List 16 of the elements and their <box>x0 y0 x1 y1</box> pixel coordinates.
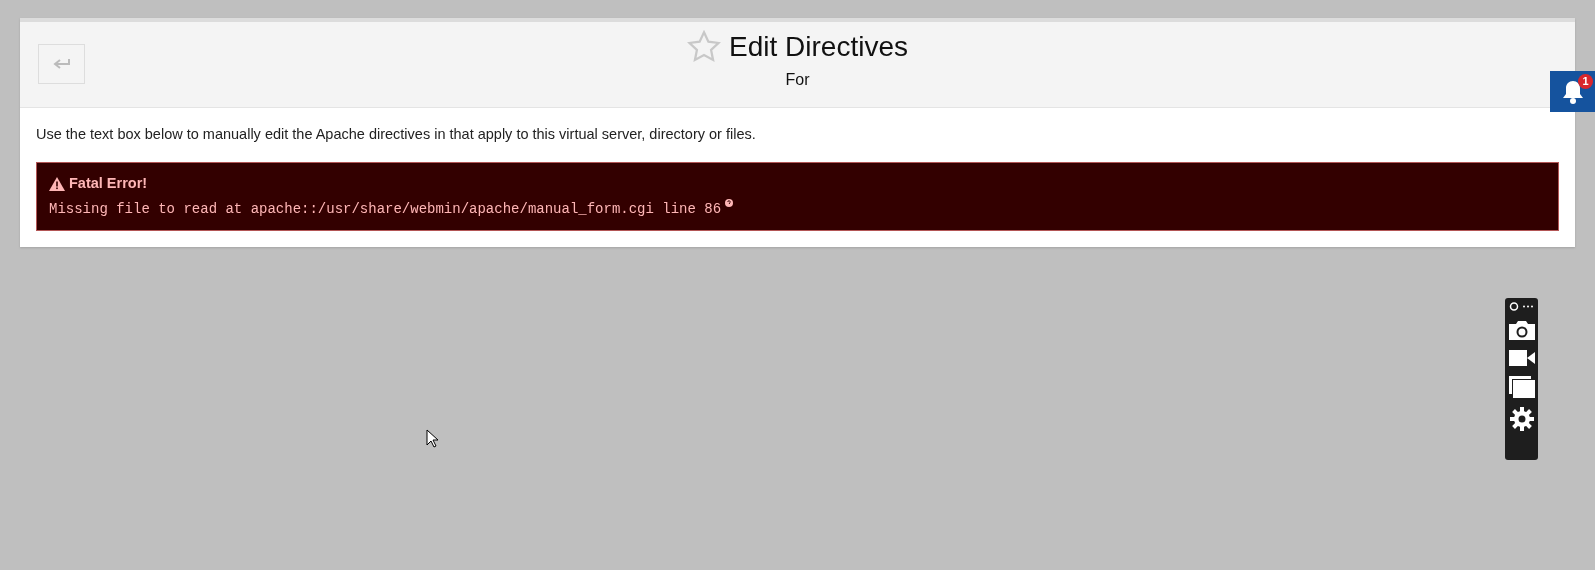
page-title: Edit Directives <box>729 30 908 64</box>
video-camera-icon[interactable] <box>1508 349 1535 367</box>
warning-icon <box>49 176 65 191</box>
page-subtitle: For <box>785 69 810 90</box>
help-icon[interactable] <box>725 198 734 207</box>
error-message: Missing file to read at apache::/usr/share/webmin/apache/manual_form.cgi line 86 <box>49 199 722 219</box>
error-title: Fatal Error! <box>69 173 148 193</box>
camera-icon[interactable] <box>1508 320 1535 340</box>
bell-icon <box>1561 79 1584 104</box>
windows-icon[interactable] <box>1508 376 1535 398</box>
mouse-pointer-icon <box>426 429 438 448</box>
notification-badge: 1 <box>1578 74 1593 89</box>
description-text: Use the text box below to manually edit the Apache directives in that apply to this virtual server, directory or files. <box>36 125 757 144</box>
notification-button[interactable]: 1 <box>1550 71 1595 112</box>
star-icon[interactable] <box>687 30 722 64</box>
back-arrow-icon <box>52 58 71 70</box>
